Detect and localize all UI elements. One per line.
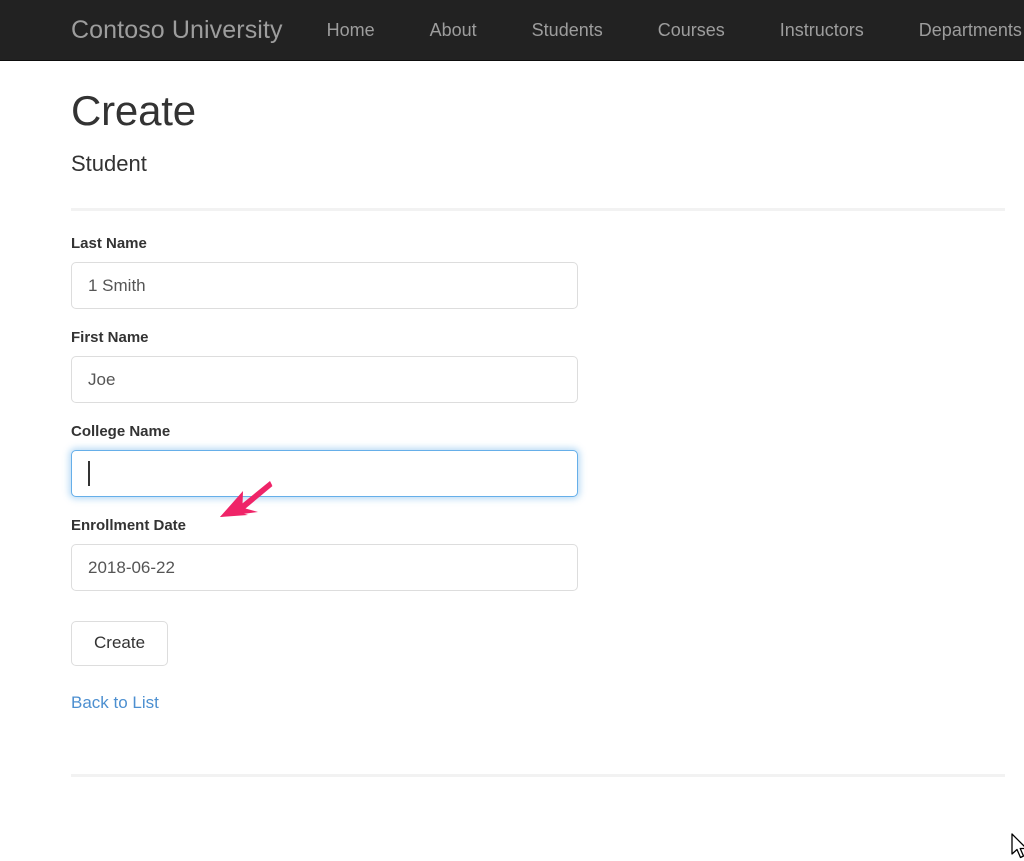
nav-link-about[interactable]: About bbox=[430, 21, 477, 39]
input-last-name[interactable] bbox=[71, 262, 578, 309]
nav-link-students[interactable]: Students bbox=[532, 21, 603, 39]
label-enrollment-date: Enrollment Date bbox=[71, 517, 187, 534]
input-college-name[interactable] bbox=[71, 450, 578, 497]
label-last-name: Last Name bbox=[71, 235, 147, 252]
form-group-college-name: College Name bbox=[71, 424, 578, 497]
input-first-name[interactable] bbox=[71, 356, 578, 403]
label-college-name: College Name bbox=[71, 423, 171, 440]
form-group-first-name: First Name bbox=[71, 330, 578, 403]
nav-link-departments[interactable]: Departments bbox=[919, 21, 1022, 39]
text-caret bbox=[88, 461, 90, 486]
mouse-cursor-icon bbox=[1011, 833, 1024, 859]
nav-link-instructors[interactable]: Instructors bbox=[780, 21, 864, 39]
nav-link-home[interactable]: Home bbox=[327, 21, 375, 39]
input-wrap-college-name bbox=[71, 450, 578, 497]
student-create-form: Last Name First Name College Name Enroll… bbox=[71, 236, 578, 713]
page-body: Create Student Last Name First Name Coll… bbox=[0, 61, 1024, 859]
content-container: Create Student Last Name First Name Coll… bbox=[71, 61, 1005, 777]
divider-top bbox=[71, 208, 1005, 211]
divider-bottom bbox=[71, 774, 1005, 777]
navbar-links: Home About Students Courses Instructors … bbox=[327, 21, 1022, 39]
input-enrollment-date[interactable] bbox=[71, 544, 578, 591]
page-title: Create bbox=[71, 87, 196, 134]
form-group-last-name: Last Name bbox=[71, 236, 578, 309]
page-subtitle: Student bbox=[71, 151, 147, 177]
navbar-brand[interactable]: Contoso University bbox=[71, 17, 283, 43]
label-first-name: First Name bbox=[71, 329, 149, 346]
back-to-list-link[interactable]: Back to List bbox=[71, 694, 159, 711]
create-button[interactable]: Create bbox=[71, 621, 169, 666]
form-group-enrollment-date: Enrollment Date bbox=[71, 518, 578, 591]
top-navbar: Contoso University Home About Students C… bbox=[0, 0, 1024, 61]
nav-link-courses[interactable]: Courses bbox=[658, 21, 725, 39]
